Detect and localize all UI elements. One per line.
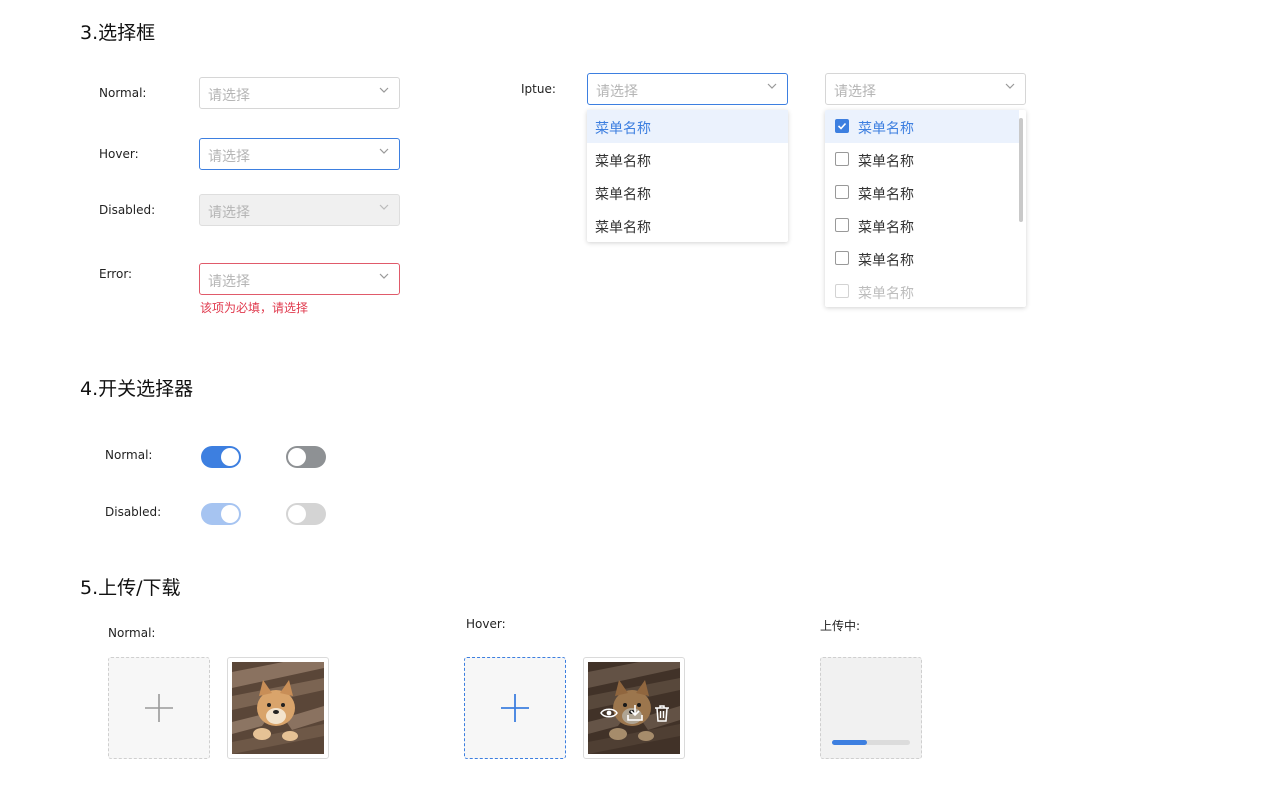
select-normal[interactable]: 请选择 <box>199 77 400 109</box>
select-disabled-label: Disabled: <box>99 203 156 217</box>
select-error[interactable]: 请选择 <box>199 263 400 295</box>
select-multi[interactable]: 请选择 <box>825 73 1026 105</box>
select-normal-label: Normal: <box>99 86 147 100</box>
select-placeholder: 请选择 <box>208 205 250 221</box>
section-title-select: 3.选择框 <box>80 22 156 44</box>
option-label: 菜单名称 <box>858 253 914 269</box>
dog-photo <box>588 662 680 754</box>
upload-hover-label: Hover: <box>466 617 506 631</box>
switch-disabled-label: Disabled: <box>105 505 162 519</box>
switch-knob <box>288 448 306 466</box>
switch-knob <box>221 448 239 466</box>
dog-photo <box>232 662 324 754</box>
upload-normal-label: Normal: <box>108 626 156 640</box>
checkbox-checked[interactable] <box>835 119 849 133</box>
checkbox[interactable] <box>835 218 849 232</box>
section-title-upload: 5.上传/下载 <box>80 577 181 599</box>
uploaded-image-thumb[interactable] <box>227 657 329 759</box>
plus-icon <box>501 694 529 722</box>
option-label: 菜单名称 <box>858 154 914 170</box>
select-placeholder: 请选择 <box>208 88 250 104</box>
uploaded-image-thumb-hover[interactable] <box>583 657 685 759</box>
checkbox[interactable] <box>835 185 849 199</box>
dropdown-option[interactable]: 菜单名称 <box>587 110 788 143</box>
option-label: 菜单名称 <box>595 220 651 236</box>
select-ipute-label: Iptue: <box>521 82 556 96</box>
chevron-down-icon <box>379 273 389 279</box>
error-message: 该项为必填，请选择 <box>200 301 309 315</box>
select-hover[interactable]: 请选择 <box>199 138 400 170</box>
switch-disabled-on <box>201 503 241 525</box>
dropdown-option[interactable]: 菜单名称 <box>825 275 1019 307</box>
chevron-down-icon <box>379 204 389 210</box>
dropdown-option[interactable]: 菜单名称 <box>587 209 788 242</box>
upload-add-button-hover[interactable] <box>464 657 566 759</box>
option-label: 菜单名称 <box>858 121 914 137</box>
dropdown-option[interactable]: 菜单名称 <box>825 176 1019 209</box>
option-label: 菜单名称 <box>858 286 914 302</box>
plus-icon <box>145 694 173 722</box>
switch-knob <box>221 505 239 523</box>
option-label: 菜单名称 <box>858 220 914 236</box>
upload-progress-fill <box>832 740 868 745</box>
upload-progress-bar <box>832 740 910 745</box>
switch-normal-on[interactable] <box>201 446 241 468</box>
option-label: 菜单名称 <box>595 187 651 203</box>
check-icon <box>837 122 847 130</box>
checkbox[interactable] <box>835 284 849 298</box>
chevron-down-icon <box>379 87 389 93</box>
dropdown-option[interactable]: 菜单名称 <box>587 143 788 176</box>
select-disabled: 请选择 <box>199 194 400 226</box>
dropdown-option[interactable]: 菜单名称 <box>825 110 1019 143</box>
scrollbar-thumb[interactable] <box>1019 118 1023 222</box>
select-placeholder: 请选择 <box>834 84 876 100</box>
checkbox[interactable] <box>835 152 849 166</box>
select-placeholder: 请选择 <box>208 149 250 165</box>
chevron-down-icon <box>1005 83 1015 89</box>
chevron-down-icon <box>379 148 389 154</box>
download-icon[interactable] <box>626 704 644 722</box>
switch-normal-off[interactable] <box>286 446 326 468</box>
dropdown-option[interactable]: 菜单名称 <box>587 176 788 209</box>
multi-select-dropdown: 菜单名称 菜单名称 菜单名称 菜单名称 菜单名称 菜单名称 <box>825 110 1026 307</box>
upload-in-progress <box>820 657 922 759</box>
uploading-label: 上传中: <box>820 619 861 633</box>
option-label: 菜单名称 <box>595 121 651 137</box>
dropdown-option[interactable]: 菜单名称 <box>825 209 1019 242</box>
select-placeholder: 请选择 <box>596 84 638 100</box>
select-placeholder: 请选择 <box>208 274 250 290</box>
single-select-dropdown: 菜单名称 菜单名称 菜单名称 菜单名称 <box>587 110 788 242</box>
upload-add-button[interactable] <box>108 657 210 759</box>
switch-disabled-off <box>286 503 326 525</box>
eye-icon[interactable] <box>600 704 618 722</box>
dropdown-option[interactable]: 菜单名称 <box>825 242 1019 275</box>
select-hover-label: Hover: <box>99 147 139 161</box>
checkbox[interactable] <box>835 251 849 265</box>
chevron-down-icon <box>767 83 777 89</box>
select-error-label: Error: <box>99 267 133 281</box>
trash-icon[interactable] <box>653 704 671 722</box>
dog-image <box>232 662 324 754</box>
switch-knob <box>288 505 306 523</box>
dropdown-option[interactable]: 菜单名称 <box>825 143 1019 176</box>
option-label: 菜单名称 <box>595 154 651 170</box>
switch-normal-label: Normal: <box>105 448 153 462</box>
select-ipute[interactable]: 请选择 <box>587 73 788 105</box>
section-title-switch: 4.开关选择器 <box>80 378 194 400</box>
option-label: 菜单名称 <box>858 187 914 203</box>
